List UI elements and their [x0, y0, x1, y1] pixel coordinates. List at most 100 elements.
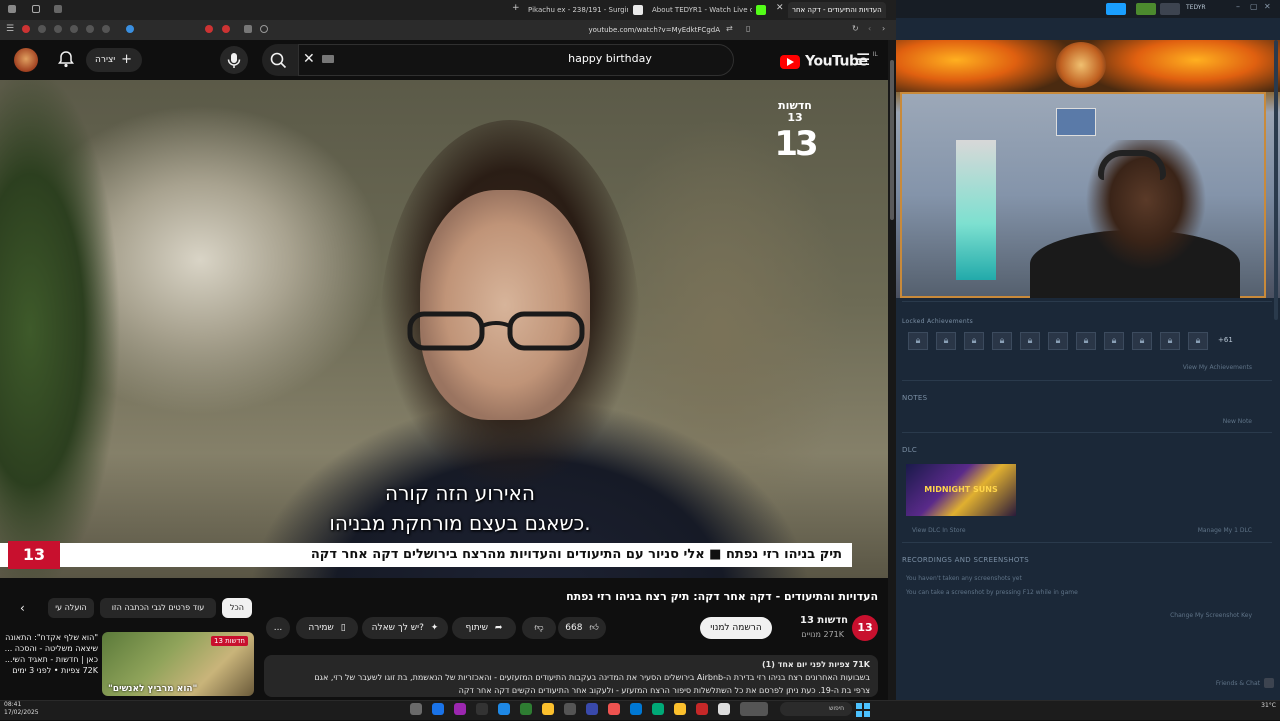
- change-screenshot-key-link[interactable]: Change My Screenshot Key: [1150, 612, 1252, 619]
- tab-pikachu[interactable]: Pikachu ex - 238/191 - Surging Spar: [528, 2, 628, 18]
- close-tab-icon[interactable]: ✕: [776, 3, 784, 13]
- steam-broadcast-icon[interactable]: [1106, 3, 1126, 15]
- notifications-bell-icon[interactable]: [58, 50, 74, 68]
- extension-icon[interactable]: [102, 25, 110, 33]
- friends-chat-icon[interactable]: [1264, 678, 1274, 688]
- clock-date: 17/02/2025: [4, 709, 39, 716]
- screenshot-icon[interactable]: [244, 25, 252, 33]
- view-achievements-link[interactable]: View My Achievements: [1160, 364, 1252, 371]
- close-icon[interactable]: ✕: [1264, 2, 1271, 11]
- steam-scrollbar[interactable]: [1274, 40, 1278, 320]
- save-button[interactable]: שמירה ▯: [296, 617, 358, 639]
- taskbar-app-icon[interactable]: [410, 703, 422, 715]
- locked-achievement-icon[interactable]: 🔒︎: [1020, 332, 1040, 350]
- taskbar-clock[interactable]: 08:41 17/02/2025: [4, 701, 40, 717]
- reload-icon[interactable]: ↻: [852, 24, 859, 33]
- locked-achievement-icon[interactable]: 🔒︎: [1048, 332, 1068, 350]
- voice-search-button[interactable]: [220, 46, 248, 74]
- channel-name[interactable]: חדשות 13: [776, 615, 848, 626]
- keyboard-icon[interactable]: [322, 55, 334, 63]
- taskbar-app-icon[interactable]: [740, 702, 768, 716]
- subscribe-button[interactable]: הרשמה למנוי: [700, 617, 772, 639]
- manage-dlc-link[interactable]: Manage My 1 DLC: [1172, 527, 1252, 534]
- zoom-icon[interactable]: [260, 25, 268, 33]
- account-avatar[interactable]: [14, 48, 38, 72]
- dislike-button[interactable]: 👎︎: [522, 617, 556, 639]
- taskbar-app-icon[interactable]: [542, 703, 554, 715]
- suggestion-thumbnail[interactable]: חדשות 13 "הוא מרביץ לאנשים": [102, 632, 254, 696]
- edge-icon[interactable]: [630, 703, 642, 715]
- weather-widget[interactable]: 31°C: [1236, 702, 1276, 709]
- extension-icon[interactable]: [222, 25, 230, 33]
- taskbar-app-icon[interactable]: [652, 703, 664, 715]
- ask-button[interactable]: יש לך שאלה? ✦: [362, 617, 448, 639]
- share-button[interactable]: שיתוף ➦: [452, 617, 516, 639]
- locked-achievement-icon[interactable]: 🔒︎: [1104, 332, 1124, 350]
- locked-achievement-icon[interactable]: 🔒︎: [908, 332, 928, 350]
- taskbar-app-icon[interactable]: [564, 703, 576, 715]
- workspaces-icon[interactable]: [32, 5, 40, 13]
- search-button[interactable]: [262, 44, 298, 76]
- taskbar-app-icon[interactable]: [454, 703, 466, 715]
- minimize-icon[interactable]: –: [1236, 2, 1240, 11]
- locked-achievement-icon[interactable]: 🔒︎: [1076, 332, 1096, 350]
- new-tab-icon[interactable]: +: [512, 3, 520, 13]
- divider: [902, 542, 1272, 543]
- taskbar-app-icon[interactable]: [718, 703, 730, 715]
- forward-icon[interactable]: ‹: [868, 24, 871, 33]
- extension-icon[interactable]: [86, 25, 94, 33]
- file-explorer-icon[interactable]: [674, 703, 686, 715]
- chips-scroll-left-icon[interactable]: ‹: [20, 601, 25, 615]
- chrome-icon[interactable]: [608, 703, 620, 715]
- locked-achievement-icon[interactable]: 🔒︎: [1160, 332, 1180, 350]
- video-description[interactable]: 71K צפיות לפני יום אחד (1) בשבועות האחרו…: [264, 655, 878, 697]
- url-field[interactable]: youtube.com/watch?v=MyEdktFCgdA: [520, 23, 720, 37]
- bookmark-icon[interactable]: ▯: [746, 24, 750, 33]
- view-dlc-link[interactable]: View DLC In Store: [912, 527, 966, 534]
- taskbar-app-icon[interactable]: [432, 703, 444, 715]
- tab-kick[interactable]: About TEDYR1 - Watch Live on Kick: [652, 2, 752, 18]
- tune-icon[interactable]: ⇄: [726, 24, 733, 33]
- extension-icon[interactable]: [54, 25, 62, 33]
- chip-more-details[interactable]: עוד פרטים לגבי הכתבה הזו: [100, 598, 216, 618]
- sidebar-toggle-icon[interactable]: ☰: [6, 24, 16, 34]
- taskbar-search[interactable]: חיפוש: [780, 702, 852, 716]
- tab-actions-icon[interactable]: [54, 5, 62, 13]
- friends-chat-button[interactable]: Friends & Chat: [1206, 680, 1260, 687]
- like-button[interactable]: 668 👍︎: [558, 617, 606, 639]
- window-menu-icon[interactable]: [8, 5, 16, 13]
- new-note-link[interactable]: New Note: [1200, 418, 1252, 425]
- chip-uploaded-by[interactable]: הועלה עי: [48, 598, 94, 618]
- steam-friends-icon[interactable]: [1160, 3, 1180, 15]
- windows-start-icon[interactable]: [856, 702, 870, 717]
- extension-icon[interactable]: [126, 25, 134, 33]
- hamburger-menu-icon[interactable]: ☰: [856, 50, 870, 69]
- opera-icon[interactable]: [22, 25, 30, 33]
- more-actions-button[interactable]: ...: [266, 617, 290, 639]
- scrollbar-thumb[interactable]: [890, 60, 894, 220]
- suggestion-title[interactable]: "הוא שלף אקדח": התאונה שיצאה משליטה - וה…: [0, 632, 98, 676]
- locked-achievement-icon[interactable]: 🔒︎: [1188, 332, 1208, 350]
- tab-youtube[interactable]: העדויות והתיעודים - דקה אחר: [788, 2, 886, 18]
- create-button[interactable]: + יצירה: [86, 48, 142, 72]
- taskbar-app-icon[interactable]: [498, 703, 510, 715]
- extension-icon[interactable]: [70, 25, 78, 33]
- locked-achievement-icon[interactable]: 🔒︎: [1132, 332, 1152, 350]
- locked-achievement-icon[interactable]: 🔒︎: [992, 332, 1012, 350]
- locked-achievement-icon[interactable]: 🔒︎: [936, 332, 956, 350]
- maximize-icon[interactable]: ▢: [1250, 2, 1258, 11]
- chip-all[interactable]: הכל: [222, 598, 252, 618]
- back-icon[interactable]: ›: [882, 24, 885, 33]
- clear-search-icon[interactable]: ✕: [303, 51, 315, 67]
- extension-icon[interactable]: [205, 25, 213, 33]
- extension-icon[interactable]: [38, 25, 46, 33]
- taskbar-app-icon[interactable]: [696, 703, 708, 715]
- taskbar-app-icon[interactable]: [520, 703, 532, 715]
- taskbar-app-icon[interactable]: [586, 703, 598, 715]
- dlc-thumbnail[interactable]: MIDNIGHT SUNS: [906, 464, 1016, 516]
- steam-notification-icon[interactable]: [1136, 3, 1156, 15]
- channel-avatar[interactable]: 13: [852, 615, 878, 641]
- taskbar-app-icon[interactable]: [476, 703, 488, 715]
- steam-username[interactable]: TEDYR: [1186, 4, 1206, 11]
- locked-achievement-icon[interactable]: 🔒︎: [964, 332, 984, 350]
